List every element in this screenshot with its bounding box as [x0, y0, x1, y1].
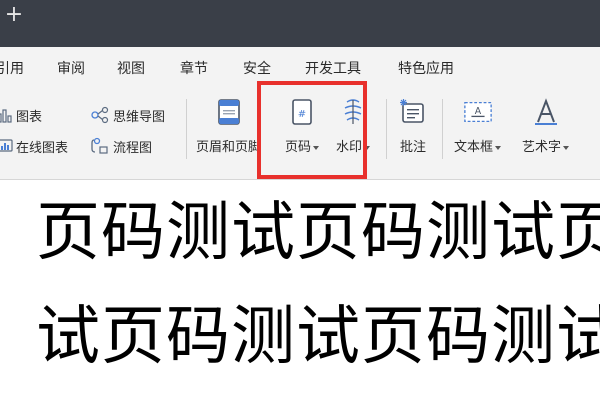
flowchart-label: 流程图: [113, 140, 153, 156]
menu-security[interactable]: 安全: [243, 58, 271, 78]
menu-references[interactable]: 引用: [0, 58, 24, 78]
flowchart-icon: [91, 137, 108, 154]
textbox-icon: A: [463, 97, 493, 127]
document-page: 页码测试页码测试页 试页码测试页码测试: [0, 181, 600, 400]
new-tab-plus-icon[interactable]: +: [3, 4, 25, 26]
mindmap-label: 思维导图: [113, 109, 166, 125]
title-bar: +: [0, 0, 600, 47]
mindmap-button[interactable]: 思维导图: [90, 105, 165, 125]
wordart-label: 艺术字: [522, 140, 562, 155]
wordart-button[interactable]: 艺术字: [522, 97, 570, 163]
online-chart-button[interactable]: 在线图表: [0, 136, 68, 156]
textbox-label: 文本框: [454, 140, 494, 155]
ribbon-separator: [442, 99, 443, 159]
menu-chapter[interactable]: 章节: [180, 58, 208, 78]
chevron-down-icon: [563, 145, 570, 150]
chart-label: 图表: [16, 109, 43, 125]
svg-text:A: A: [474, 106, 481, 117]
wordart-icon: [531, 97, 561, 127]
header-footer-icon: [214, 97, 244, 127]
textbox-label-wrap: 文本框: [454, 136, 502, 155]
chevron-down-icon: [495, 145, 502, 150]
flowchart-button[interactable]: 流程图: [90, 136, 152, 156]
bar-chart-icon: [0, 109, 12, 123]
header-footer-button[interactable]: 页眉和页脚: [196, 97, 261, 163]
online-chart-label: 在线图表: [16, 140, 69, 156]
document-text-line: 页码测试页码测试页: [36, 196, 600, 270]
comment-label: 批注: [399, 140, 426, 155]
document-text-line: 试页码测试页码测试: [36, 300, 600, 374]
online-chart-icon: [0, 139, 13, 152]
textbox-button[interactable]: A 文本框: [454, 97, 502, 163]
comment-icon: [398, 97, 428, 127]
menu-developer-tools[interactable]: 开发工具: [305, 58, 361, 78]
menu-featured-apps[interactable]: 特色应用: [398, 58, 454, 78]
ribbon-separator: [386, 99, 387, 159]
chart-button[interactable]: 图表: [0, 105, 42, 125]
wordart-label-wrap: 艺术字: [522, 136, 570, 155]
menu-review[interactable]: 审阅: [57, 58, 85, 78]
mindmap-icon: [91, 106, 109, 124]
header-footer-label: 页眉和页脚: [196, 140, 262, 155]
ribbon-separator: [186, 99, 187, 159]
highlight-annotation-box: [257, 81, 367, 179]
menu-view[interactable]: 视图: [117, 58, 145, 78]
comment-button[interactable]: 批注: [398, 97, 428, 163]
